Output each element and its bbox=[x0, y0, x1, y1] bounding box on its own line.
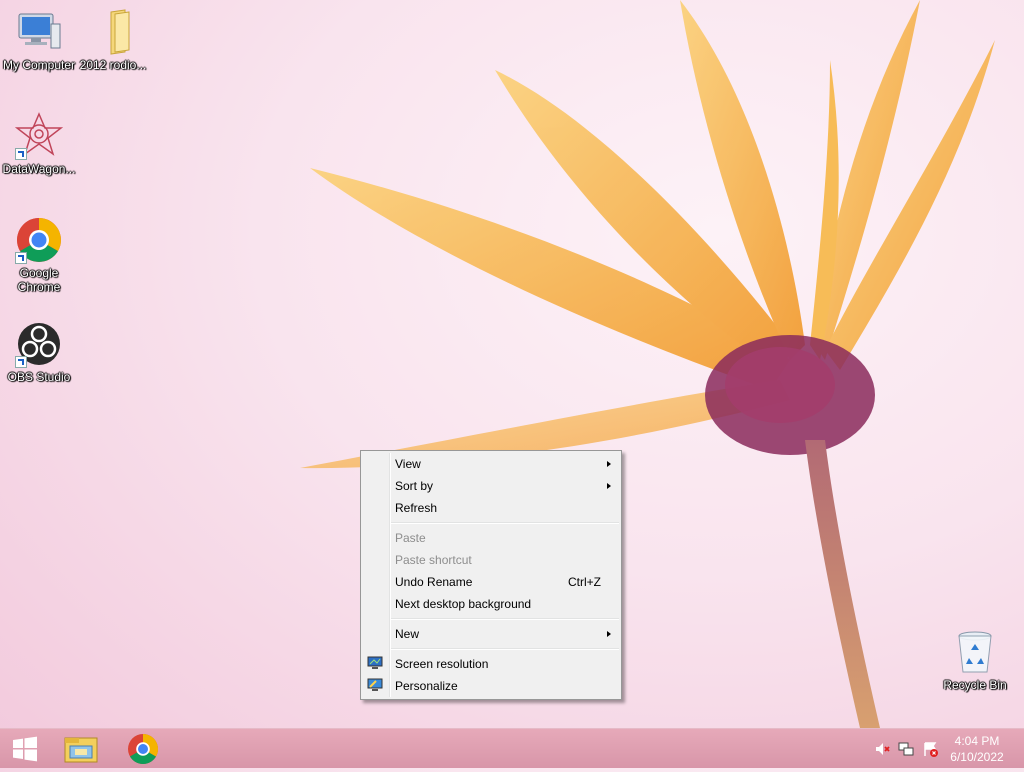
submenu-arrow-icon bbox=[607, 483, 611, 489]
desktop-icon-my-computer[interactable]: My Computer bbox=[0, 8, 78, 72]
datawagon-icon bbox=[14, 112, 64, 160]
menu-item-sort-by[interactable]: Sort by bbox=[361, 475, 621, 497]
system-tray: 4:04 PM 6/10/2022 bbox=[864, 729, 1024, 769]
desktop-icon-label: OBS Studio bbox=[7, 370, 71, 384]
menu-item-label: Paste shortcut bbox=[395, 553, 472, 567]
menu-item-label: Paste bbox=[395, 531, 426, 545]
menu-separator bbox=[391, 618, 619, 620]
menu-item-label: View bbox=[395, 457, 421, 471]
obs-icon bbox=[15, 320, 63, 368]
desktop-icon-label: My Computer bbox=[2, 58, 76, 72]
folder-icon bbox=[89, 8, 137, 56]
desktop-icon-datawagon[interactable]: DataWagon... bbox=[0, 112, 78, 176]
desktop-context-menu: View Sort by Refresh Paste Paste shortcu… bbox=[360, 450, 622, 700]
menu-item-label: Sort by bbox=[395, 479, 434, 493]
menu-item-paste: Paste bbox=[361, 527, 621, 549]
menu-item-new[interactable]: New bbox=[361, 623, 621, 645]
file-explorer-icon bbox=[64, 737, 98, 763]
menu-item-screen-resolution[interactable]: Screen resolution bbox=[361, 653, 621, 675]
menu-item-refresh[interactable]: Refresh bbox=[361, 497, 621, 519]
taskbar-chrome-button[interactable] bbox=[120, 731, 166, 767]
action-center-icon[interactable] bbox=[922, 741, 938, 757]
submenu-arrow-icon bbox=[607, 631, 611, 637]
clock-time: 4:04 PM bbox=[954, 734, 1000, 748]
menu-item-label: Personalize bbox=[395, 679, 458, 693]
shortcut-arrow-icon bbox=[15, 356, 27, 368]
menu-item-shortcut: Ctrl+Z bbox=[568, 575, 601, 589]
network-icon[interactable] bbox=[898, 741, 914, 757]
desktop-icon-label: Google Chrome bbox=[17, 266, 61, 294]
submenu-arrow-icon bbox=[607, 461, 611, 467]
menu-item-paste-shortcut: Paste shortcut bbox=[361, 549, 621, 571]
desktop-icon-recycle-bin[interactable]: Recycle Bin bbox=[936, 628, 1014, 692]
menu-item-view[interactable]: View bbox=[361, 453, 621, 475]
taskbar-clock[interactable]: 4:04 PM 6/10/2022 bbox=[942, 733, 1012, 765]
clock-date: 6/10/2022 bbox=[950, 750, 1004, 764]
windows-logo-icon bbox=[13, 736, 37, 762]
chrome-icon bbox=[15, 216, 63, 264]
desktop-icon-google-chrome[interactable]: Google Chrome bbox=[0, 216, 78, 294]
desktop-icon-label: Recycle Bin bbox=[943, 678, 1007, 692]
menu-separator bbox=[391, 648, 619, 650]
menu-separator bbox=[391, 522, 619, 524]
personalize-icon bbox=[367, 678, 383, 691]
menu-item-label: Undo Rename bbox=[395, 575, 473, 589]
desktop-icon-folder[interactable]: 2012 rodio... bbox=[74, 8, 152, 72]
menu-item-next-desktop-background[interactable]: Next desktop background bbox=[361, 593, 621, 615]
desktop-icon-obs-studio[interactable]: OBS Studio bbox=[0, 320, 78, 384]
menu-item-label: New bbox=[395, 627, 420, 641]
desktop-icon-label: DataWagon... bbox=[2, 162, 76, 176]
recycle-bin-icon bbox=[951, 628, 999, 676]
taskbar: 4:04 PM 6/10/2022 bbox=[0, 728, 1024, 768]
taskbar-file-explorer-button[interactable] bbox=[58, 731, 104, 767]
monitor-icon bbox=[367, 656, 383, 669]
computer-icon bbox=[15, 8, 63, 56]
menu-item-label: Screen resolution bbox=[395, 657, 489, 671]
desktop-icon-label: 2012 rodio... bbox=[79, 58, 147, 72]
chrome-icon bbox=[128, 734, 159, 765]
menu-item-undo-rename[interactable]: Undo Rename Ctrl+Z bbox=[361, 571, 621, 593]
menu-item-label: Next desktop background bbox=[395, 597, 532, 611]
menu-item-personalize[interactable]: Personalize bbox=[361, 675, 621, 697]
menu-item-label: Refresh bbox=[395, 501, 438, 515]
shortcut-arrow-icon bbox=[15, 252, 27, 264]
volume-muted-icon[interactable] bbox=[874, 741, 890, 757]
shortcut-arrow-icon bbox=[15, 148, 27, 160]
start-button[interactable] bbox=[4, 731, 46, 767]
